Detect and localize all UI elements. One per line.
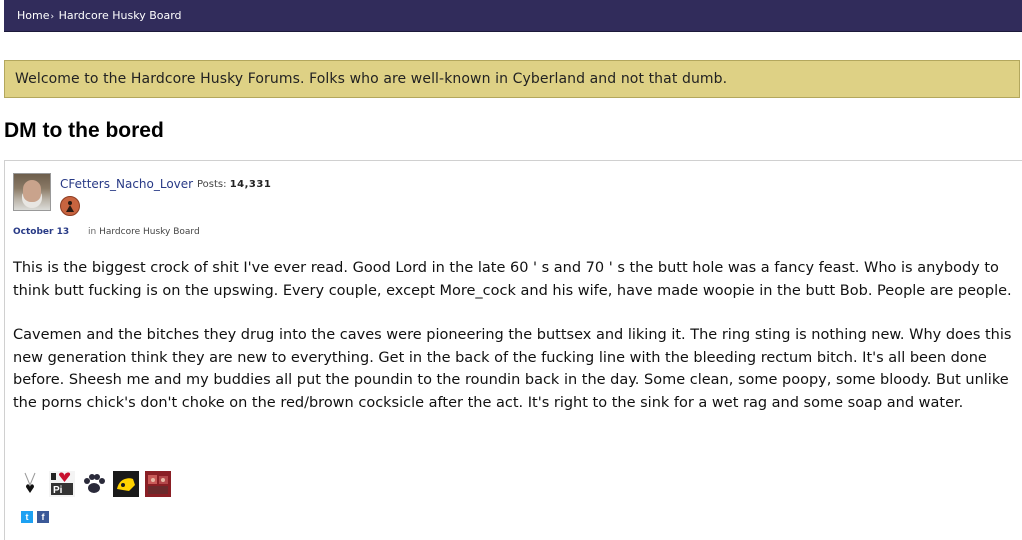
- posts-label: Posts:: [197, 179, 227, 190]
- signature-photo-icon: [145, 471, 172, 497]
- top-nav-bar: Home› Hardcore Husky Board: [4, 0, 1022, 32]
- post-count: Posts: 14,331: [197, 179, 271, 190]
- post: CFetters_Nacho_Lover Posts: 14,331 Octob…: [4, 160, 1022, 540]
- announcement-banner: Welcome to the Hardcore Husky Forums. Fo…: [4, 60, 1020, 98]
- svg-text:Pi: Pi: [53, 485, 63, 496]
- avatar-face: [23, 180, 41, 202]
- post-meta: October 13 in Hardcore Husky Board: [13, 227, 200, 237]
- share-links: tf: [21, 505, 53, 524]
- breadcrumb-separator: ›: [50, 12, 55, 22]
- post-body: This is the biggest crock of shit I've e…: [13, 257, 1013, 436]
- facebook-icon[interactable]: f: [37, 511, 49, 523]
- post-paragraph: Cavemen and the bitches they drug into t…: [13, 327, 1012, 411]
- signature-images: Pi: [17, 471, 172, 501]
- post-author-link[interactable]: CFetters_Nacho_Lover: [60, 177, 193, 191]
- breadcrumb-home-link[interactable]: Home: [17, 9, 49, 22]
- rank-badge-icon[interactable]: [60, 196, 80, 216]
- thread-title: DM to the bored: [4, 119, 164, 142]
- post-category-link[interactable]: Hardcore Husky Board: [99, 227, 200, 237]
- signature-i-love-pi-icon: Pi: [49, 471, 76, 497]
- avatar[interactable]: [13, 173, 51, 211]
- posts-count-value: 14,331: [229, 179, 272, 190]
- breadcrumb-board-link[interactable]: Hardcore Husky Board: [59, 9, 182, 22]
- signature-pendant-icon: [24, 472, 36, 493]
- signature-sports-logo-icon: [113, 471, 140, 497]
- signature-paw-print-icon: [84, 474, 106, 493]
- twitter-icon[interactable]: t: [21, 511, 33, 523]
- announcement-text: Welcome to the Hardcore Husky Forums. Fo…: [15, 71, 728, 87]
- in-label: in: [88, 227, 97, 237]
- post-paragraph: This is the biggest crock of shit I've e…: [13, 260, 1012, 299]
- silhouette-icon: [66, 201, 74, 212]
- breadcrumb: Home› Hardcore Husky Board: [17, 9, 182, 22]
- post-date-link[interactable]: October 13: [13, 227, 69, 237]
